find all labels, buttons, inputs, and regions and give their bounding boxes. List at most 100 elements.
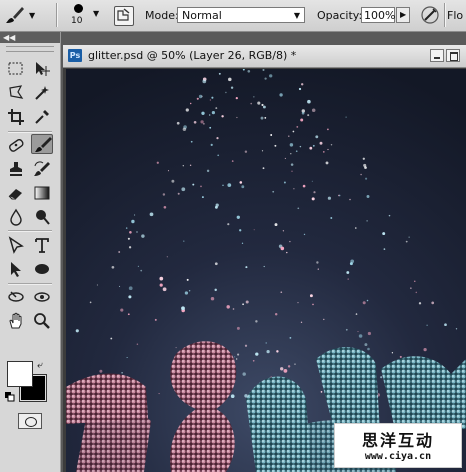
sparkle	[206, 169, 210, 173]
mode-select[interactable]: Normal ▼	[177, 7, 305, 23]
sparkle	[365, 177, 368, 180]
history-brush-icon	[34, 161, 50, 176]
panel-grip[interactable]	[6, 46, 54, 52]
sparkle	[121, 372, 123, 374]
sparkle	[309, 146, 313, 150]
zoom-tool[interactable]	[31, 311, 53, 331]
document-title-bar[interactable]: Ps glitter.psd @ 50% (Layer 26, RGB/8) *	[63, 45, 466, 68]
opacity-input[interactable]: 100%	[361, 7, 395, 23]
stamp-icon	[10, 162, 22, 176]
sparkle	[274, 144, 277, 147]
sparkle	[239, 181, 243, 184]
watermark-chinese: 思洋互动	[361, 431, 434, 450]
history-brush-tool[interactable]	[31, 159, 53, 179]
blur-tool[interactable]	[5, 207, 27, 227]
healing-brush-tool[interactable]	[5, 135, 27, 155]
gradient-tool[interactable]	[31, 183, 53, 203]
sparkle	[264, 117, 267, 119]
3d-orbit-tool[interactable]	[31, 287, 53, 307]
sparkle	[211, 111, 215, 115]
brush-panel-button[interactable]	[114, 6, 134, 26]
sparkle	[311, 180, 313, 182]
sparkle	[346, 271, 350, 274]
move-tool[interactable]	[31, 59, 53, 79]
canvas[interactable]: 思洋互动 www.ciya.cn	[66, 69, 466, 472]
sparkle	[290, 153, 292, 155]
sparkle	[289, 143, 294, 147]
ellipse-icon	[35, 264, 49, 274]
sparkle	[300, 321, 303, 323]
tablet-pressure-button[interactable]	[420, 5, 440, 25]
sparkle	[163, 205, 167, 209]
swap-colors-icon[interactable]: ⤶	[37, 360, 43, 371]
path-selection-tool[interactable]	[5, 259, 27, 279]
sparkle	[366, 220, 368, 222]
marquee-tool[interactable]	[5, 59, 27, 79]
sparkle	[289, 336, 292, 339]
sparkle	[274, 223, 278, 227]
pen-tool[interactable]	[5, 235, 27, 255]
sparkle	[294, 363, 296, 365]
sparkle	[222, 184, 224, 187]
opacity-value: 100%	[364, 9, 396, 22]
sparkle	[297, 302, 299, 304]
sparkle	[214, 288, 217, 292]
sparkle	[280, 246, 285, 251]
sparkle	[405, 240, 408, 243]
sparkle	[232, 308, 235, 310]
lasso-tool[interactable]	[5, 83, 27, 103]
sparkle	[291, 170, 293, 172]
dodge-tool[interactable]	[31, 207, 53, 227]
sparkle	[345, 328, 348, 331]
3d-rotate-tool[interactable]	[5, 287, 27, 307]
shape-tool[interactable]	[31, 259, 53, 279]
foreground-color-swatch[interactable]	[7, 361, 33, 387]
sparkle	[192, 183, 195, 186]
sparkle	[236, 326, 240, 330]
sparkle	[391, 352, 394, 354]
sparkle	[383, 248, 386, 250]
clone-stamp-tool[interactable]	[5, 159, 27, 179]
type-tool[interactable]	[31, 235, 53, 255]
sparkle	[126, 357, 128, 358]
crop-tool[interactable]	[5, 107, 27, 127]
sparkle	[99, 369, 103, 373]
sparkle	[198, 94, 203, 99]
sparkle	[415, 291, 418, 294]
sparkle	[216, 137, 219, 140]
maximize-button[interactable]	[446, 49, 460, 62]
sparkle	[210, 143, 213, 146]
sparkle	[293, 188, 295, 190]
tool-preset-picker[interactable]: ▼	[4, 4, 42, 26]
sparkle	[209, 126, 212, 129]
hand-icon	[9, 312, 22, 329]
sparkle	[118, 251, 121, 253]
sparkle	[236, 358, 238, 360]
minimize-button[interactable]	[430, 49, 444, 62]
opacity-slider-button[interactable]: ▶	[396, 7, 410, 23]
sparkle	[399, 355, 402, 358]
eraser-tool[interactable]	[5, 183, 27, 203]
tools-panel-header[interactable]: ◀◀	[0, 32, 60, 43]
sparkle	[200, 120, 204, 124]
sparkle	[362, 301, 366, 305]
airbrush-icon	[421, 6, 439, 24]
sparkle	[228, 77, 232, 82]
collapse-icon[interactable]: ◀◀	[3, 32, 15, 43]
default-colors-icon[interactable]	[5, 392, 15, 402]
sparkle	[264, 77, 267, 80]
quick-mask-button[interactable]	[18, 413, 42, 429]
hand-tool[interactable]	[5, 311, 27, 331]
sparkle	[75, 329, 79, 333]
sparkle	[296, 125, 299, 128]
sparkle	[313, 191, 316, 194]
eyedropper-tool[interactable]	[31, 107, 53, 127]
sparkle	[255, 320, 258, 323]
brush-tool[interactable]	[31, 134, 53, 154]
sparkle	[309, 294, 313, 298]
brush-picker[interactable]: 10 ▼	[66, 1, 106, 29]
sparkle	[312, 144, 315, 147]
magic-wand-tool[interactable]	[31, 83, 53, 103]
brush-icon	[6, 7, 24, 23]
sparkle	[366, 299, 369, 302]
